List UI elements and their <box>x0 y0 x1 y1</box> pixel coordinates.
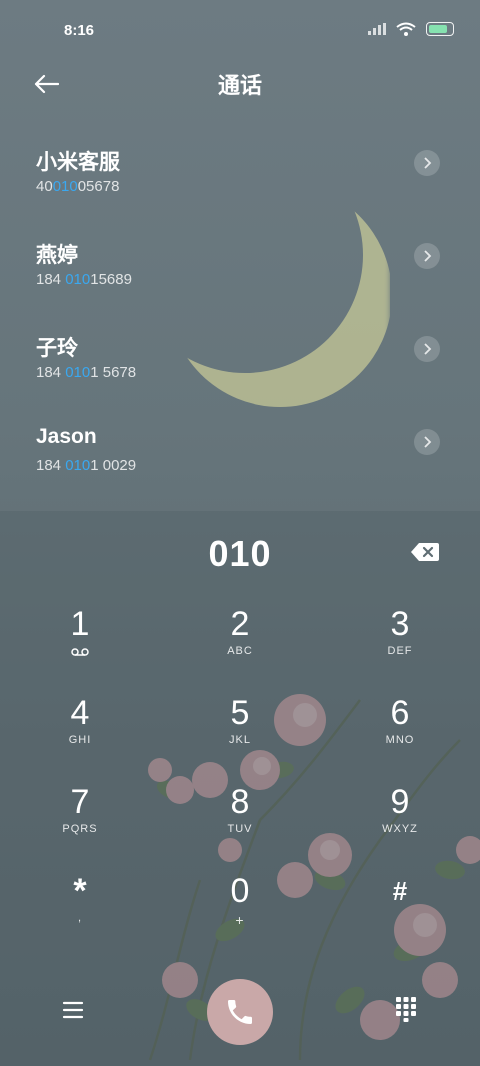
keypad-icon <box>396 997 416 1022</box>
contact-detail-button[interactable] <box>414 429 440 455</box>
key-digit: 9 <box>390 783 410 821</box>
chevron-right-icon <box>424 343 432 355</box>
contact-item[interactable]: 子玲 184 0101 5678 <box>0 324 480 417</box>
wifi-icon <box>396 22 416 36</box>
key-letters: , <box>77 912 83 924</box>
chevron-right-icon <box>424 436 432 448</box>
key-letters: MNO <box>385 734 415 746</box>
key-digit: # <box>392 876 408 906</box>
contact-item[interactable]: Jason 184 0101 0029 <box>0 417 480 510</box>
contact-detail-button[interactable] <box>414 336 440 362</box>
key-digit: 2 <box>230 605 250 643</box>
key-letters: PQRS <box>62 823 98 835</box>
key-digit: 0 <box>230 872 250 910</box>
contact-item[interactable]: 燕婷 184 01015689 <box>0 231 480 324</box>
number-match: 010 <box>65 271 91 288</box>
chevron-right-icon <box>424 157 432 169</box>
key-digit: 8 <box>230 783 250 821</box>
key-digit: 1 <box>70 605 90 643</box>
status-bar: 8:16 <box>0 0 480 62</box>
phone-icon <box>228 1000 252 1024</box>
key-8[interactable]: 8 TUV <box>180 771 300 851</box>
key-9[interactable]: 9 WXYZ <box>340 771 460 851</box>
key-letters: JKL <box>229 734 251 746</box>
call-button[interactable] <box>207 979 273 1045</box>
chevron-right-icon <box>424 250 432 262</box>
key-2[interactable]: 2 ABC <box>180 593 300 673</box>
menu-button[interactable] <box>58 995 88 1025</box>
key-5[interactable]: 5 JKL <box>180 682 300 762</box>
dialed-number: 010 <box>208 533 272 574</box>
voicemail-icon <box>71 648 89 656</box>
key-1[interactable]: 1 <box>20 593 140 673</box>
contact-number: 184 0101 5678 <box>36 364 137 381</box>
key-digit: * <box>73 872 87 910</box>
key-3[interactable]: 3 DEF <box>340 593 460 673</box>
contact-name: Jason <box>36 425 97 448</box>
backspace-button[interactable] <box>410 541 440 563</box>
key-digit: 3 <box>390 605 410 643</box>
key-4[interactable]: 4 GHI <box>20 682 140 762</box>
contact-detail-button[interactable] <box>414 243 440 269</box>
key-digit: 5 <box>230 694 250 732</box>
number-match: 010 <box>65 364 91 381</box>
signal-icon <box>368 23 386 35</box>
contact-name: 小米客服 <box>36 151 120 174</box>
contact-number: 4001005678 <box>36 178 120 195</box>
key-letters: GHI <box>68 734 92 746</box>
key-digit: 4 <box>70 694 90 732</box>
key-0[interactable]: 0 + <box>180 860 300 940</box>
menu-icon <box>62 1001 84 1019</box>
key-letters: DEF <box>387 645 413 657</box>
number-match: 010 <box>65 457 91 474</box>
page-title: 通话 <box>217 73 262 98</box>
contact-number: 184 01015689 <box>36 271 132 288</box>
key-7[interactable]: 7 PQRS <box>20 771 140 851</box>
dialer-actions <box>0 979 480 1049</box>
key-letters: ABC <box>227 645 253 657</box>
header: 通话 <box>0 56 480 112</box>
status-icons <box>368 22 454 36</box>
key-digit: 7 <box>70 783 90 821</box>
contact-list: 小米客服 4001005678 燕婷 184 01015689 子玲 184 0… <box>0 138 480 510</box>
number-match: 010 <box>52 178 78 195</box>
contact-name: 燕婷 <box>36 244 78 267</box>
key-hash[interactable]: # <box>340 860 460 940</box>
battery-icon <box>426 22 454 36</box>
status-time: 8:16 <box>64 22 95 39</box>
keypad-toggle-button[interactable] <box>394 995 418 1023</box>
key-star[interactable]: * , <box>20 860 140 940</box>
key-letters: + <box>235 912 245 928</box>
key-6[interactable]: 6 MNO <box>340 682 460 762</box>
key-letters: TUV <box>227 823 253 835</box>
backspace-icon <box>411 543 439 561</box>
contact-number: 184 0101 0029 <box>36 457 137 474</box>
dialer-panel: 010 1 2 ABC 3 DEF 4 GHI 5 JKL 6 MNO 7 PQ… <box>0 511 480 1066</box>
contact-name: 子玲 <box>36 337 78 360</box>
key-digit: 6 <box>390 694 410 732</box>
key-letters: WXYZ <box>382 823 418 835</box>
contact-item[interactable]: 小米客服 4001005678 <box>0 138 480 231</box>
contact-detail-button[interactable] <box>414 150 440 176</box>
